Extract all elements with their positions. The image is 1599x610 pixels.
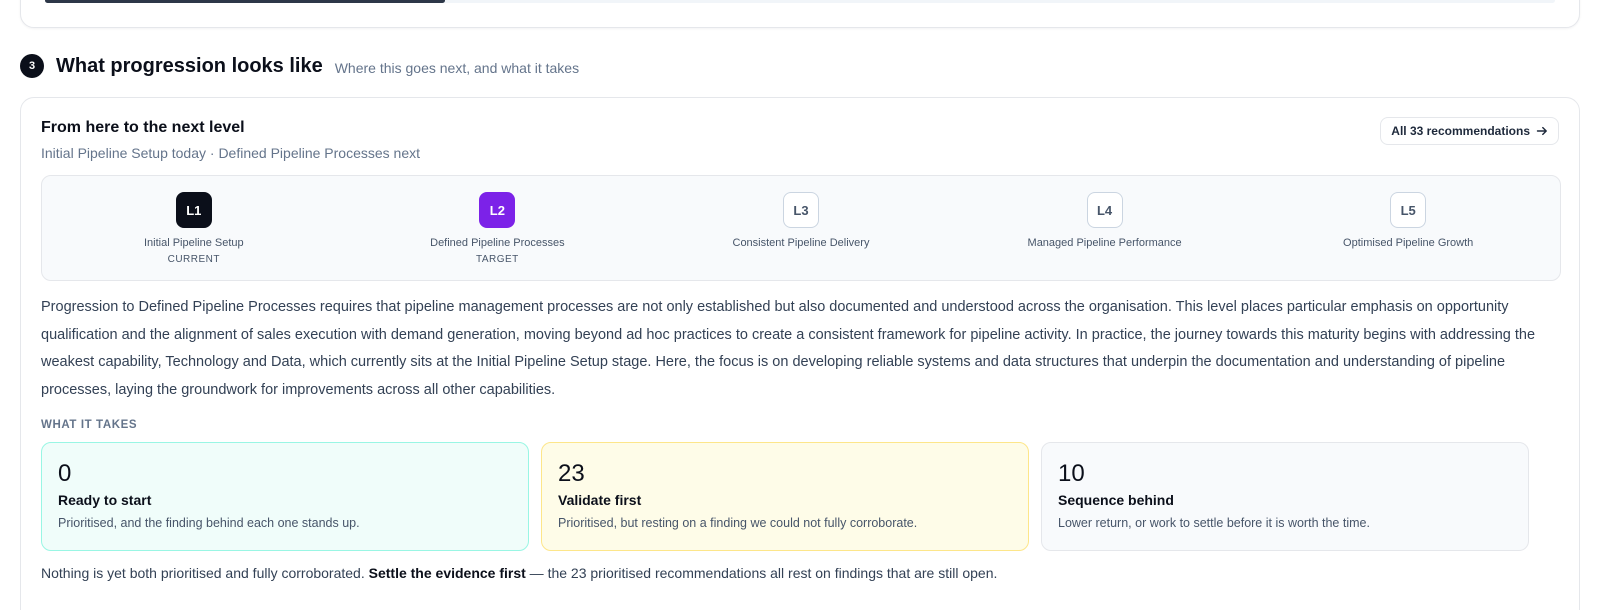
previous-section-card bbox=[20, 0, 1580, 28]
tile-count: 10 bbox=[1058, 460, 1085, 487]
level-name: Initial Pipeline Setup bbox=[143, 237, 244, 249]
level-l4: L4 Managed Pipeline Performance bbox=[953, 176, 1257, 280]
level-badge: L4 bbox=[1086, 192, 1123, 228]
level-l5: L5 Optimised Pipeline Growth bbox=[1256, 176, 1560, 280]
all-recommendations-button[interactable]: All 33 recommendations bbox=[1380, 117, 1559, 145]
section-subtitle: Where this goes next, and what it takes bbox=[334, 59, 580, 76]
level-badge: L1 bbox=[175, 192, 212, 228]
tile-ready-to-start: 0 Ready to start Prioritised, and the fi… bbox=[41, 442, 529, 551]
previous-progress-track bbox=[45, 0, 1555, 3]
previous-progress-fill bbox=[45, 0, 446, 3]
tile-description: Prioritised, but resting on a finding we… bbox=[558, 516, 918, 530]
progression-card: From here to the next level Initial Pipe… bbox=[20, 97, 1580, 610]
arrow-right-icon bbox=[1536, 126, 1547, 136]
tile-title: Ready to start bbox=[58, 492, 152, 508]
maturity-ladder: L1 Initial Pipeline Setup CURRENT L2 Def… bbox=[41, 175, 1561, 281]
level-name: Optimised Pipeline Growth bbox=[1343, 237, 1474, 249]
all-recommendations-label: All 33 recommendations bbox=[1391, 124, 1530, 138]
footnote-emphasis: Settle the evidence first bbox=[368, 565, 526, 581]
tile-count: 23 bbox=[558, 460, 585, 487]
section-title: What progression looks like bbox=[56, 54, 323, 77]
level-badge: L5 bbox=[1390, 192, 1427, 228]
level-name: Managed Pipeline Performance bbox=[1027, 237, 1182, 249]
tile-title: Sequence behind bbox=[1058, 492, 1174, 508]
tile-title: Validate first bbox=[558, 492, 642, 508]
tile-count: 0 bbox=[58, 460, 72, 487]
section-header: 3 What progression looks like Where this… bbox=[20, 54, 579, 78]
progression-narrative: Progression to Defined Pipeline Processe… bbox=[41, 299, 1536, 398]
level-tag: TARGET bbox=[475, 254, 519, 265]
level-l2: L2 Defined Pipeline Processes TARGET bbox=[346, 176, 650, 280]
level-l3: L3 Consistent Pipeline Delivery bbox=[649, 176, 953, 280]
level-l1: L1 Initial Pipeline Setup CURRENT bbox=[42, 176, 346, 280]
card-subtitle: Initial Pipeline Setup today · Defined P… bbox=[41, 145, 420, 161]
card-title: From here to the next level bbox=[41, 119, 245, 136]
tile-description: Lower return, or work to settle before i… bbox=[1058, 516, 1370, 530]
footnote-tail: — the 23 prioritised recommendations all… bbox=[525, 565, 998, 581]
footnote-lead: Nothing is yet both prioritised and full… bbox=[41, 565, 369, 581]
tile-sequence-behind: 10 Sequence behind Lower return, or work… bbox=[1041, 442, 1529, 551]
what-it-takes-label: WHAT IT TAKES bbox=[41, 419, 138, 431]
tile-description: Prioritised, and the finding behind each… bbox=[58, 516, 360, 530]
level-tag: CURRENT bbox=[167, 254, 220, 265]
tile-validate-first: 23 Validate first Prioritised, but resti… bbox=[541, 442, 1029, 551]
level-badge: L2 bbox=[479, 192, 516, 228]
what-it-takes-tiles: 0 Ready to start Prioritised, and the fi… bbox=[41, 442, 1529, 551]
level-badge: L3 bbox=[782, 192, 819, 228]
level-name: Consistent Pipeline Delivery bbox=[732, 237, 870, 249]
section-number-badge: 3 bbox=[20, 54, 44, 78]
evidence-footnote: Nothing is yet both prioritised and full… bbox=[41, 565, 997, 581]
level-name: Defined Pipeline Processes bbox=[430, 237, 565, 249]
